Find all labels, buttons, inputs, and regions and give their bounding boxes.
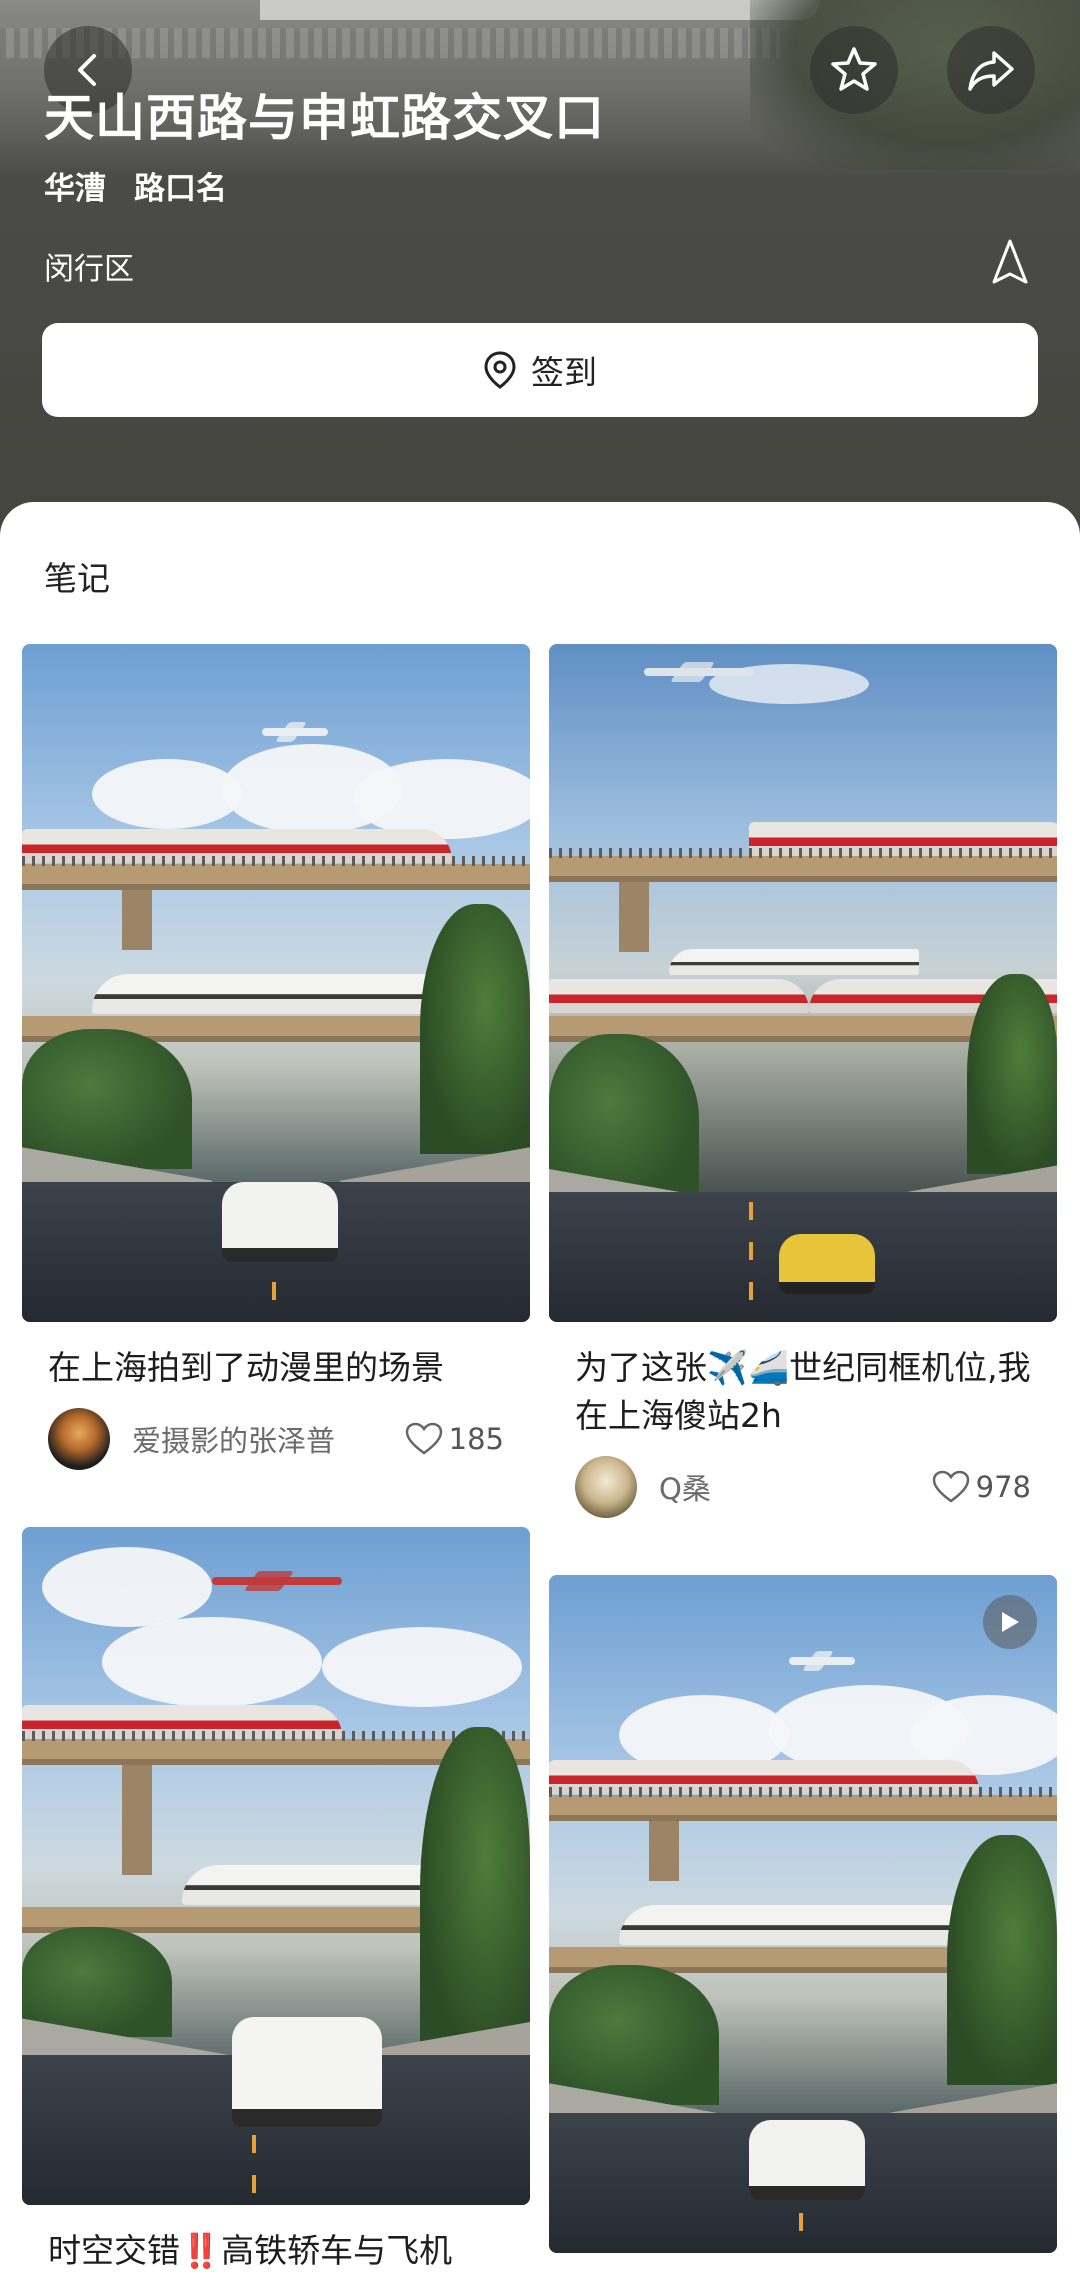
share-button[interactable] bbox=[947, 26, 1035, 114]
note-cover-image[interactable] bbox=[549, 1575, 1057, 2253]
checkin-button[interactable]: 签到 bbox=[42, 323, 1038, 417]
note-card[interactable] bbox=[549, 1575, 1057, 2253]
place-tags: 华漕 路口名 bbox=[44, 163, 227, 208]
like-counter[interactable]: 185 bbox=[405, 1422, 504, 1456]
place-tag[interactable]: 华漕 bbox=[44, 163, 106, 208]
place-title: 天山西路与申虹路交叉口 bbox=[44, 89, 605, 147]
note-meta: Q桑 978 bbox=[549, 1440, 1057, 1520]
favorite-button[interactable] bbox=[810, 26, 898, 114]
note-cover-image[interactable] bbox=[549, 644, 1057, 1322]
place-tag: 路口名 bbox=[134, 171, 227, 207]
location-pin-icon bbox=[484, 351, 516, 389]
note-title[interactable]: 为了这张✈️🚄世纪同框机位,我在上海傻站2h bbox=[549, 1322, 1057, 1440]
author-name[interactable]: 爱摄影的张泽普 bbox=[132, 1418, 405, 1460]
like-counter[interactable]: 978 bbox=[932, 1470, 1031, 1504]
note-cover-image[interactable] bbox=[22, 644, 530, 1322]
like-count: 978 bbox=[975, 1470, 1031, 1504]
star-icon bbox=[831, 47, 877, 91]
author-name[interactable]: Q桑 bbox=[659, 1466, 932, 1508]
avatar[interactable] bbox=[48, 1408, 110, 1470]
play-icon bbox=[1002, 1612, 1019, 1632]
note-meta: 爱摄影的张泽普 185 bbox=[22, 1392, 530, 1472]
note-cover-image[interactable] bbox=[22, 1527, 530, 2205]
notes-section-title: 笔记 bbox=[44, 559, 110, 598]
district-label: 闵行区 bbox=[44, 252, 134, 287]
notes-sheet: 笔记 在上海拍到了动漫里的场景 爱摄影的张泽普 185 为了这张✈️🚄世纪同框机… bbox=[0, 502, 1080, 2287]
note-card[interactable]: 为了这张✈️🚄世纪同框机位,我在上海傻站2h Q桑 978 bbox=[549, 644, 1057, 1520]
heart-icon bbox=[932, 1470, 969, 1503]
checkin-label: 签到 bbox=[531, 353, 597, 392]
like-count: 185 bbox=[448, 1422, 504, 1456]
navigation-arrow-icon[interactable] bbox=[990, 238, 1030, 286]
note-card[interactable]: 时空交错‼️高铁轿车与飞机 bbox=[22, 1527, 530, 2275]
heart-icon bbox=[405, 1422, 442, 1455]
note-title[interactable]: 在上海拍到了动漫里的场景 bbox=[22, 1322, 530, 1392]
place-header: 天山西路与申虹路交叉口 华漕 路口名 闵行区 签到 bbox=[0, 0, 1080, 540]
avatar[interactable] bbox=[575, 1456, 637, 1518]
video-badge bbox=[983, 1595, 1037, 1649]
note-card[interactable]: 在上海拍到了动漫里的场景 爱摄影的张泽普 185 bbox=[22, 644, 530, 1472]
note-title[interactable]: 时空交错‼️高铁轿车与飞机 bbox=[22, 2205, 530, 2275]
share-icon bbox=[968, 51, 1014, 91]
